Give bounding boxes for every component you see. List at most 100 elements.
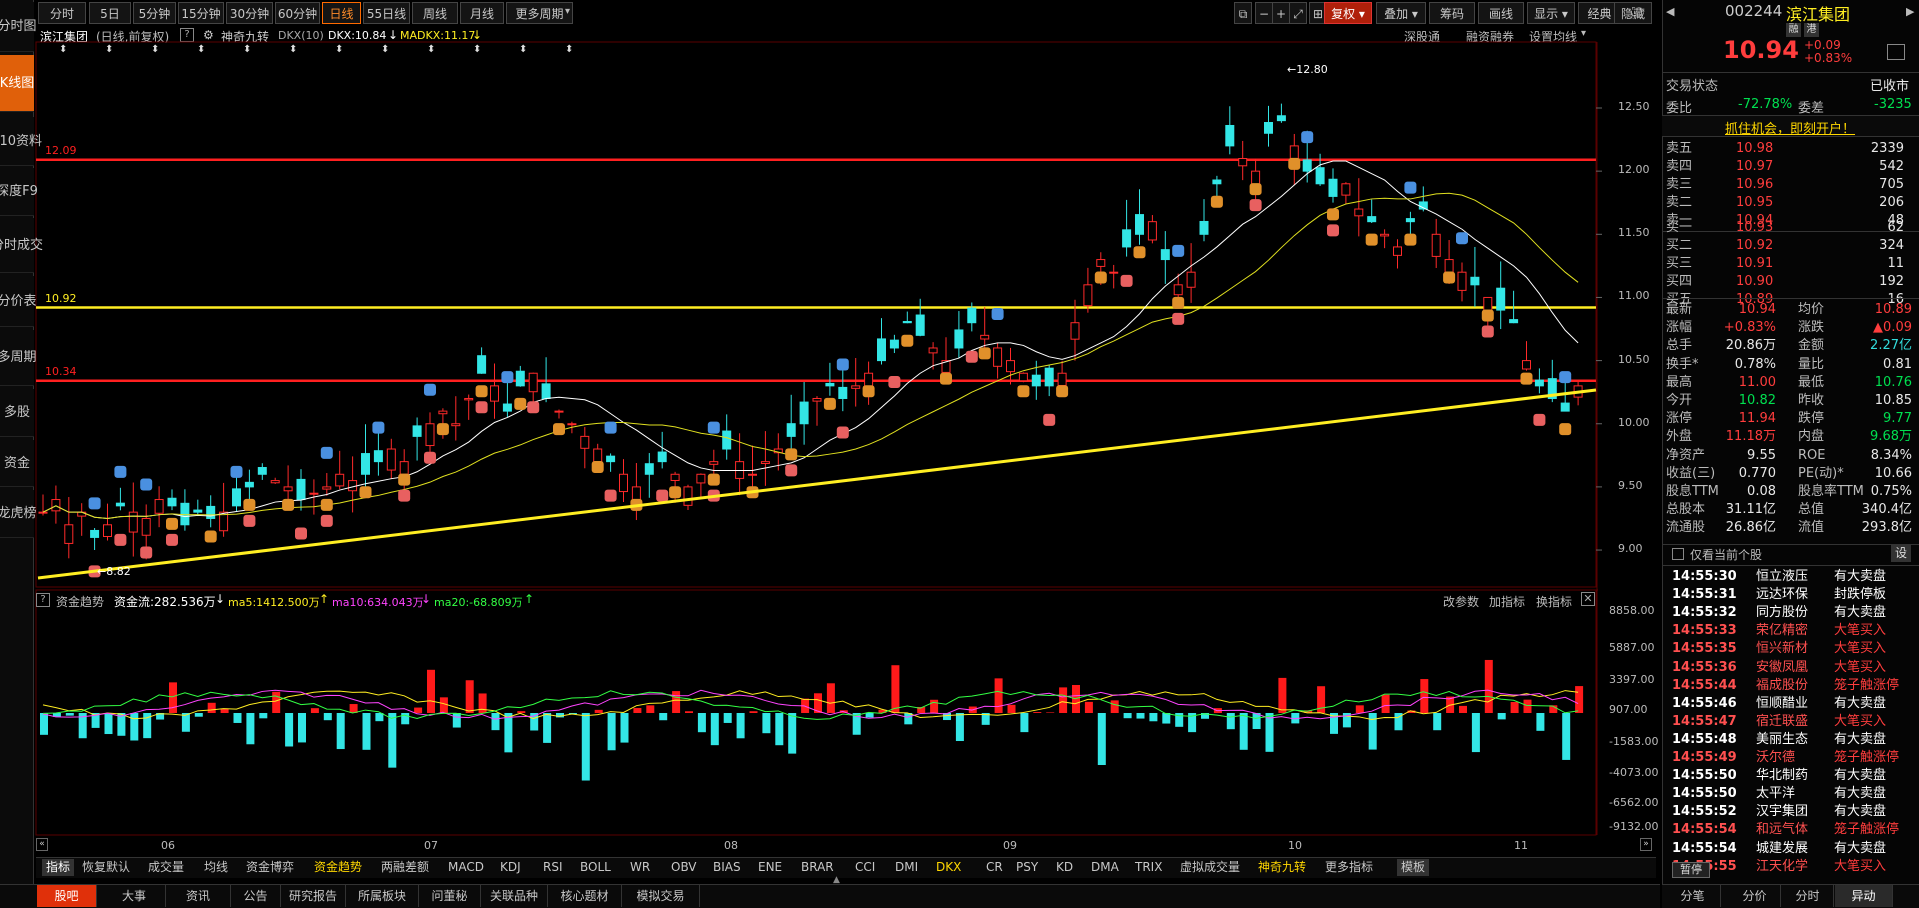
buys-row[interactable]: 买二 10.92 324 bbox=[1666, 237, 1918, 254]
indicator-18[interactable]: DKX bbox=[936, 859, 961, 876]
left-tab-1[interactable]: K线图 bbox=[0, 55, 34, 112]
indicator-10[interactable]: BOLL bbox=[580, 859, 611, 876]
bottom-tab-9[interactable]: 模拟交易 bbox=[622, 885, 700, 907]
indicator-0[interactable]: 指标 bbox=[42, 859, 75, 876]
left-tab-9[interactable]: 龙虎榜 bbox=[0, 490, 37, 538]
left-tab-8[interactable]: 资金 bbox=[0, 440, 34, 487]
scroll-right-icon[interactable]: » bbox=[1640, 838, 1652, 851]
bottom-tab-4[interactable]: 研究报告 bbox=[281, 885, 346, 907]
indicator-16[interactable]: CCI bbox=[855, 859, 875, 876]
indicator-1[interactable]: 恢复默认 bbox=[82, 859, 130, 876]
link-add-indicator[interactable]: 加指标 bbox=[1489, 593, 1525, 610]
indicator-15[interactable]: BRAR bbox=[801, 859, 834, 876]
bottom-tab-2[interactable]: 资讯 bbox=[166, 885, 231, 907]
flow-item[interactable]: 14:55:50 华北制药 有大卖盘 bbox=[1666, 767, 1918, 784]
only-current-checkbox[interactable] bbox=[1672, 548, 1684, 560]
period-0[interactable]: 分时 bbox=[38, 2, 86, 24]
period-6[interactable]: 日线 bbox=[322, 2, 361, 24]
flow-item[interactable]: 14:55:52 汉宇集团 有大卖盘 bbox=[1666, 803, 1918, 820]
indicator-5[interactable]: 资金趋势 bbox=[314, 859, 362, 876]
settings-button[interactable]: 设 bbox=[1891, 545, 1911, 562]
left-tab-0[interactable]: 分时图 bbox=[0, 2, 37, 52]
flow-item[interactable]: 14:55:33 荣亿精密 大笔买入 bbox=[1666, 622, 1918, 639]
flow-item[interactable]: 14:55:54 和远气体 笼子触涨停 bbox=[1666, 821, 1918, 838]
tool-fuquan[interactable]: 复权 ▾ bbox=[1324, 2, 1372, 24]
flow-item[interactable]: 14:55:46 恒顺醋业 有大卖盘 bbox=[1666, 695, 1918, 712]
promo-link[interactable]: 抓住机会，即刻开户！ bbox=[1725, 118, 1855, 137]
left-tab-7[interactable]: 多股 bbox=[0, 389, 34, 437]
indicator-20[interactable]: PSY bbox=[1016, 859, 1038, 876]
flow-item[interactable]: 14:55:49 沃尔德 笼子触涨停 bbox=[1666, 749, 1918, 766]
help-icon[interactable]: ? bbox=[36, 593, 50, 607]
tool-huaxian[interactable]: 画线 bbox=[1478, 2, 1524, 24]
flow-item[interactable]: 14:55:50 太平洋 有大卖盘 bbox=[1666, 785, 1918, 802]
period-7[interactable]: 55日线 bbox=[363, 2, 410, 24]
plus-icon[interactable]: + bbox=[1272, 2, 1290, 24]
bottom-tab-7[interactable]: 关联品种 bbox=[481, 885, 548, 907]
left-tab-3[interactable]: 深度 F9 bbox=[0, 168, 38, 216]
bottom-tab-1[interactable]: 大事 bbox=[103, 885, 166, 907]
indicator-24[interactable]: 虚拟成交量 bbox=[1180, 859, 1240, 876]
crosshair-icon[interactable]: ⤢ bbox=[1289, 2, 1307, 24]
right-tab-1[interactable]: 分价 bbox=[1729, 885, 1781, 907]
sells-row[interactable]: 卖三 10.96 705 bbox=[1666, 176, 1918, 193]
indicator-25[interactable]: 神奇九转 bbox=[1258, 859, 1306, 876]
sells-row[interactable]: 卖二 10.95 206 bbox=[1666, 194, 1918, 211]
link-switch-indicator[interactable]: 换指标 bbox=[1536, 593, 1572, 610]
tool-chouma[interactable]: 筹码 bbox=[1429, 2, 1475, 24]
indicator-27[interactable]: 模板 bbox=[1397, 859, 1430, 876]
left-tab-5[interactable]: 分价表 bbox=[0, 276, 37, 327]
period-5[interactable]: 60分钟 bbox=[275, 2, 320, 24]
buys-row[interactable]: 买一 10.93 62 bbox=[1666, 219, 1918, 236]
right-tab-0[interactable]: 分笔 bbox=[1665, 885, 1721, 907]
chevron-right-icon[interactable]: ▶ bbox=[1906, 5, 1914, 18]
tool-diejia[interactable]: 叠加 ▾ bbox=[1376, 2, 1426, 24]
indicator-19[interactable]: CR bbox=[986, 859, 1003, 876]
indicator-9[interactable]: RSI bbox=[543, 859, 563, 876]
indicator-8[interactable]: KDJ bbox=[500, 859, 521, 876]
period-3[interactable]: 15分钟 bbox=[178, 2, 224, 24]
link-change-param[interactable]: 改参数 bbox=[1443, 593, 1479, 610]
chevron-down-icon[interactable]: ▾ bbox=[565, 6, 570, 17]
flow-item[interactable]: 14:55:32 同方股份 有大卖盘 bbox=[1666, 604, 1918, 621]
flow-item[interactable]: 14:55:30 恒立液压 有大卖盘 bbox=[1666, 568, 1918, 585]
buys-row[interactable]: 买三 10.91 11 bbox=[1666, 255, 1918, 272]
period-4[interactable]: 30分钟 bbox=[226, 2, 273, 24]
indicator-6[interactable]: 两融差额 bbox=[381, 859, 429, 876]
window-icon[interactable] bbox=[1887, 44, 1905, 60]
indicator-21[interactable]: KD bbox=[1056, 859, 1073, 876]
bottom-tab-3[interactable]: 公告 bbox=[231, 885, 281, 907]
period-1[interactable]: 5日 bbox=[89, 2, 131, 24]
left-tab-4[interactable]: 分时成交 bbox=[0, 218, 43, 273]
scroll-left-icon[interactable]: « bbox=[36, 838, 48, 851]
pause-button[interactable]: 暂停 bbox=[1672, 862, 1710, 878]
indicator-13[interactable]: BIAS bbox=[713, 859, 741, 876]
right-tab-2[interactable]: 分时 bbox=[1782, 885, 1834, 907]
buys-row[interactable]: 买四 10.90 192 bbox=[1666, 273, 1918, 290]
indicator-3[interactable]: 均线 bbox=[204, 859, 228, 876]
indicator-22[interactable]: DMA bbox=[1091, 859, 1119, 876]
sells-row[interactable]: 卖四 10.97 542 bbox=[1666, 158, 1918, 175]
flow-item[interactable]: 14:55:47 宿迁联盛 大笔买入 bbox=[1666, 713, 1918, 730]
flow-item[interactable]: 14:55:48 美丽生态 有大卖盘 bbox=[1666, 731, 1918, 748]
flow-item[interactable]: 14:55:44 福成股份 笼子触涨停 bbox=[1666, 677, 1918, 694]
bottom-tab-8[interactable]: 核心题材 bbox=[548, 885, 622, 907]
chevron-left-icon[interactable]: ◀ bbox=[1666, 5, 1674, 18]
period-2[interactable]: 5分钟 bbox=[133, 2, 176, 24]
tool-xianshi[interactable]: 显示 ▾ bbox=[1527, 2, 1575, 24]
copy-icon[interactable]: ⧉ bbox=[1234, 2, 1252, 24]
flow-item[interactable]: 14:55:36 安徽凤凰 大笔买入 bbox=[1666, 659, 1918, 676]
period-9[interactable]: 月线 bbox=[460, 2, 504, 24]
bottom-tab-6[interactable]: 问董秘 bbox=[419, 885, 481, 907]
flow-item[interactable]: 14:55:54 城建发展 有大卖盘 bbox=[1666, 840, 1918, 857]
indicator-7[interactable]: MACD bbox=[448, 859, 484, 876]
indicator-11[interactable]: WR bbox=[630, 859, 650, 876]
close-icon[interactable]: ✕ bbox=[1581, 592, 1595, 606]
indicator-17[interactable]: DMI bbox=[895, 859, 918, 876]
period-8[interactable]: 周线 bbox=[412, 2, 458, 24]
indicator-2[interactable]: 成交量 bbox=[148, 859, 184, 876]
indicator-4[interactable]: 资金博弈 bbox=[246, 859, 294, 876]
left-tab-6[interactable]: 多周期 bbox=[0, 330, 37, 386]
minus-icon[interactable]: − bbox=[1255, 2, 1273, 24]
sells-row[interactable]: 卖五 10.98 2339 bbox=[1666, 140, 1918, 157]
